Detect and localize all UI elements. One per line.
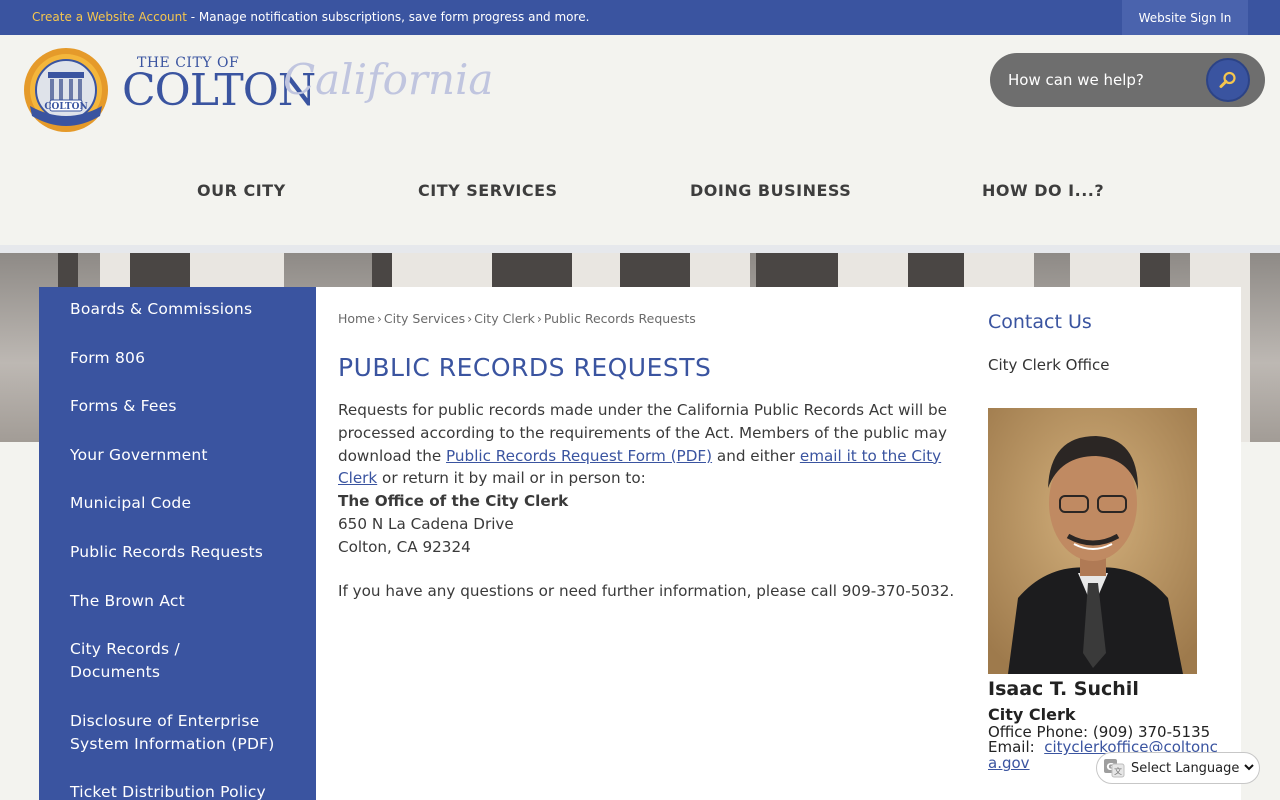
breadcrumb-city-services[interactable]: City Services — [384, 311, 465, 326]
nav-city-services[interactable]: CITY SERVICES — [418, 181, 558, 200]
sidebar-item-your-government[interactable]: Your Government — [70, 444, 295, 467]
nav-doing-business[interactable]: DOING BUSINESS — [690, 181, 851, 200]
contact-office: City Clerk Office — [988, 356, 1110, 374]
sidebar-item-municipal-code[interactable]: Municipal Code — [70, 492, 295, 515]
account-message-text: - Manage notification subscriptions, sav… — [186, 10, 590, 24]
svg-text:文: 文 — [1114, 766, 1122, 776]
sidebar-item-public-records-requests[interactable]: Public Records Requests — [70, 541, 295, 564]
search-input[interactable] — [1008, 67, 1198, 93]
page-body: Requests for public records made under t… — [338, 399, 956, 602]
records-request-form-link[interactable]: Public Records Request Form (PDF) — [446, 447, 712, 465]
intro-end: or return it by mail or in person to: — [377, 469, 646, 488]
breadcrumb-city-clerk[interactable]: City Clerk — [474, 311, 535, 326]
sidebar-item-form-806[interactable]: Form 806 — [70, 347, 295, 370]
sidebar-item-forms-fees[interactable]: Forms & Fees — [70, 395, 295, 418]
address-line-1: 650 N La Cadena Drive — [338, 514, 514, 533]
clerk-photo — [988, 408, 1197, 674]
office-name: The Office of the City Clerk — [338, 492, 569, 511]
site-header: COLTON THE CITY OF COLTON California OUR… — [0, 35, 1280, 245]
intro-mid: and either — [712, 446, 800, 465]
sidebar-item-boards-commissions[interactable]: Boards & Commissions — [70, 298, 295, 321]
contact-role: City Clerk — [988, 705, 1076, 724]
logo-script: California — [283, 55, 494, 104]
search-icon — [1219, 71, 1236, 88]
chevron-down-icon — [1243, 761, 1255, 776]
breadcrumb: Home › City Services › City Clerk › Public Rec… — [338, 311, 696, 326]
site-search — [990, 53, 1265, 107]
language-label: Select Language — [1131, 760, 1240, 776]
language-selector[interactable]: G 文 Select Language — [1096, 752, 1260, 784]
create-account-link[interactable]: Create a Website Account — [32, 10, 187, 24]
sidebar-item-brown-act[interactable]: The Brown Act — [70, 590, 295, 613]
sidebar-item-disclosure-enterprise[interactable]: Disclosure of Enterprise System Informat… — [70, 710, 280, 756]
nav-how-do-i[interactable]: HOW DO I...? — [982, 181, 1104, 200]
seal-text: COLTON — [44, 102, 87, 112]
nav-our-city[interactable]: OUR CITY — [197, 181, 286, 200]
breadcrumb-home[interactable]: Home — [338, 311, 375, 326]
contact-heading: Contact Us — [988, 311, 1092, 333]
sidebar-item-city-records[interactable]: City Records / Documents — [70, 638, 220, 684]
website-sign-in-button[interactable]: Website Sign In — [1122, 0, 1248, 35]
questions-text: If you have any questions or need furthe… — [338, 581, 955, 600]
sidebar-nav: Boards & Commissions Form 806 Forms & Fe… — [39, 287, 316, 800]
search-button[interactable] — [1206, 58, 1250, 102]
address-line-2: Colton, CA 92324 — [338, 537, 471, 556]
city-seal-logo[interactable]: COLTON — [20, 46, 112, 134]
sidebar-item-ticket-distribution[interactable]: Ticket Distribution Policy — [70, 781, 310, 800]
top-bar: Create a Website Account - Manage notifi… — [0, 0, 1280, 35]
contact-name: Isaac T. Suchil — [988, 678, 1139, 700]
main-content: Home › City Services › City Clerk › Public Rec… — [316, 287, 1241, 800]
account-message: Create a Website Account - Manage notifi… — [32, 10, 589, 24]
page-title: PUBLIC RECORDS REQUESTS — [338, 353, 712, 382]
google-translate-icon: G 文 — [1104, 759, 1125, 778]
breadcrumb-current: Public Records Requests — [543, 311, 696, 326]
